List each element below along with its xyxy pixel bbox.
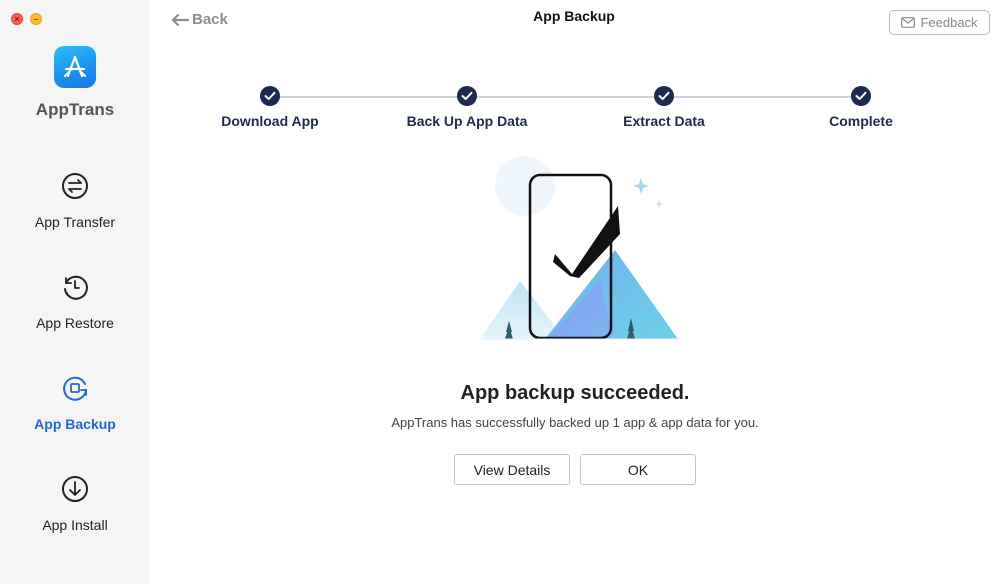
feedback-button[interactable]: Feedback [889,10,990,35]
window-title: App Backup [533,8,615,24]
backup-success-illustration [480,156,680,340]
window-controls: × – [11,13,42,25]
sidebar: × – AppTrans App Transfer App Restore Ap… [0,0,150,584]
ok-button[interactable]: OK [580,454,696,485]
step-check-icon [654,86,674,106]
step-label: Download App [221,113,319,129]
backup-icon [63,376,87,401]
step-download-app: Download App [170,86,370,129]
back-button[interactable]: Back [170,11,228,28]
install-icon [62,476,88,502]
mail-icon [901,17,916,28]
app-logo-icon [54,46,96,88]
restore-icon [64,275,88,300]
minimize-window-button[interactable]: – [30,13,42,25]
sidebar-item-app-transfer[interactable]: App Transfer [0,171,150,230]
step-back-up-app-data: Back Up App Data [367,86,567,129]
sidebar-item-app-restore[interactable]: App Restore [0,272,150,331]
step-check-icon [260,86,280,106]
step-extract-data: Extract Data [564,86,764,129]
sidebar-item-label: App Restore [36,315,114,331]
step-complete: Complete [761,86,961,129]
result-title: App backup succeeded. [460,382,690,404]
transfer-icon [62,173,88,199]
step-check-icon [457,86,477,106]
step-check-icon [851,86,871,106]
sidebar-item-label: App Transfer [34,214,116,230]
feedback-label: Feedback [920,15,978,30]
back-label: Back [192,11,228,28]
step-label: Back Up App Data [406,113,528,129]
progress-steps: Download App Back Up App Data Extract Da… [170,86,960,136]
view-details-button[interactable]: View Details [454,454,570,485]
app-name: AppTrans [35,100,115,119]
sidebar-item-label: App Backup [34,416,116,432]
back-arrow-icon [171,13,190,26]
sidebar-item-label: App Install [42,517,108,533]
result-description: AppTrans has successfully backed up 1 ap… [391,415,759,430]
close-window-button[interactable]: × [11,13,23,25]
sidebar-item-app-backup[interactable]: App Backup [0,373,150,432]
step-label: Extract Data [623,113,705,129]
step-label: Complete [829,113,893,129]
sidebar-item-app-install[interactable]: App Install [0,474,150,533]
